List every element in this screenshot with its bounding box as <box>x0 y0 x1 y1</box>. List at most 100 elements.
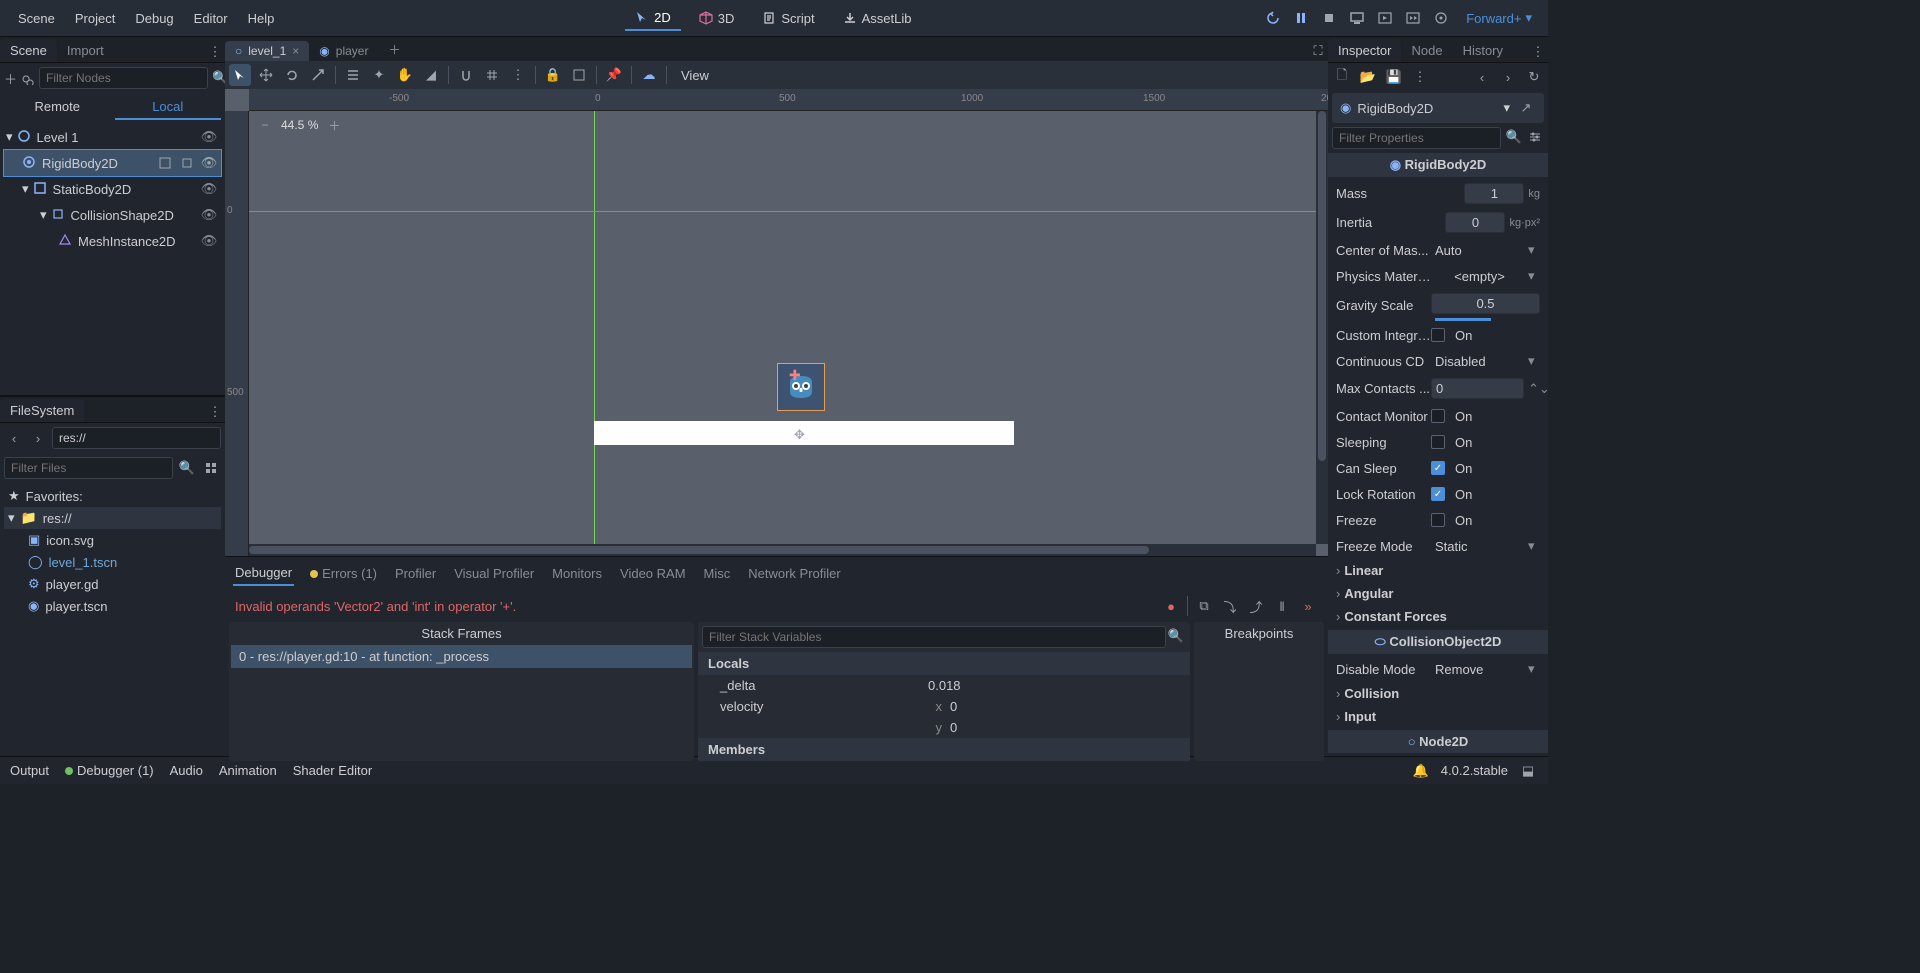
step-into-button[interactable]: ⤵ <box>1220 596 1240 616</box>
fs-file-player-gd[interactable]: ⚙ player.gd <box>4 573 221 595</box>
search-icon[interactable]: 🔍 <box>1505 127 1523 147</box>
workspace-2d[interactable]: 2D <box>625 6 681 31</box>
zoom-in-button[interactable]: ＋ <box>324 115 344 135</box>
menu-editor[interactable]: Editor <box>184 7 238 30</box>
fs-path-input[interactable] <box>52 427 221 449</box>
grid-snap-button[interactable] <box>481 64 503 86</box>
var-row-delta[interactable]: _delta 0.018 <box>698 675 1190 696</box>
skip-breakpoints-button[interactable]: ● <box>1161 596 1181 616</box>
notification-bell-icon[interactable]: 🔔 <box>1411 761 1431 781</box>
play-project-button[interactable] <box>1262 7 1284 29</box>
prop-continuous-cd[interactable]: Continuous CD Disabled▾ <box>1328 348 1548 374</box>
open-scene-icon[interactable] <box>155 153 175 173</box>
fs-filter-input[interactable] <box>4 457 173 479</box>
load-resource-button[interactable]: 📂 <box>1358 67 1378 87</box>
prop-sleeping[interactable]: Sleeping On <box>1328 429 1548 455</box>
shader-editor-panel-button[interactable]: Shader Editor <box>293 763 373 778</box>
group-input[interactable]: ›Input <box>1328 705 1548 728</box>
copy-error-button[interactable]: ⧉ <box>1194 596 1214 616</box>
prop-physics-material[interactable]: Physics Materi... <empty>▾ <box>1328 263 1548 289</box>
output-panel-button[interactable]: Output <box>10 763 49 778</box>
dock-menu-button[interactable]: ⋮ <box>1528 42 1548 62</box>
tree-node-rigidbody2d[interactable]: RigidBody2D 👁 <box>4 150 221 176</box>
fs-favorites[interactable]: ★ Favorites: <box>4 485 221 507</box>
prop-gravity-scale[interactable]: Gravity Scale 0.5 <box>1328 289 1548 322</box>
menu-scene[interactable]: Scene <box>8 7 65 30</box>
prop-custom-integrator[interactable]: Custom Integra... On <box>1328 322 1548 348</box>
visibility-toggle-icon[interactable]: 👁 <box>199 179 219 199</box>
prop-max-contacts[interactable]: Max Contacts ... 0⌃⌄ <box>1328 374 1548 403</box>
pause-button[interactable] <box>1290 7 1312 29</box>
fs-file-level1-tscn[interactable]: ◯ level_1.tscn <box>4 551 221 573</box>
dock-menu-button[interactable]: ⋮ <box>205 402 225 422</box>
search-icon[interactable]: 🔍 <box>1166 626 1186 646</box>
zoom-out-button[interactable]: − <box>255 115 275 135</box>
tab-filesystem-dock[interactable]: FileSystem <box>0 399 84 422</box>
prop-freeze[interactable]: Freeze On <box>1328 507 1548 533</box>
tab-scene-dock[interactable]: Scene <box>0 39 57 62</box>
selected-player-sprite[interactable] <box>777 363 825 411</box>
new-resource-button[interactable]: 🗋 <box>1332 67 1352 87</box>
play-custom-scene-button[interactable] <box>1402 7 1424 29</box>
prop-freeze-mode[interactable]: Freeze Mode Static▾ <box>1328 533 1548 559</box>
snap-options-button[interactable]: ⋮ <box>507 64 529 86</box>
tree-node-collisionshape2d[interactable]: ▾ CollisionShape2D 👁 <box>4 202 221 228</box>
stack-frame-row[interactable]: 0 - res://player.gd:10 - at function: _p… <box>231 645 692 668</box>
tab-node-dock[interactable]: Node <box>1401 39 1452 62</box>
pivot-button[interactable]: ✦ <box>368 64 390 86</box>
debugger-tab-visual-profiler[interactable]: Visual Profiler <box>452 562 536 585</box>
add-node-button[interactable]: ＋ <box>4 68 17 88</box>
view-dropdown[interactable]: View <box>673 66 717 85</box>
break-button[interactable]: ‖ <box>1272 596 1292 616</box>
visibility-toggle-icon[interactable]: 👁 <box>199 153 219 173</box>
property-options-button[interactable] <box>1527 127 1545 147</box>
audio-panel-button[interactable]: Audio <box>170 763 203 778</box>
checkbox-icon[interactable] <box>1431 328 1445 342</box>
filter-stack-variables-input[interactable] <box>702 626 1166 648</box>
section-collisionobject2d[interactable]: ⬭ CollisionObject2D <box>1328 630 1548 654</box>
step-over-button[interactable]: ⤴ <box>1246 596 1266 616</box>
tree-node-level1[interactable]: ▾ Level 1 👁 <box>4 124 221 150</box>
ruler-mode-button[interactable]: ◢ <box>420 64 442 86</box>
move-mode-button[interactable] <box>255 64 277 86</box>
viewport-scrollbar-horizontal[interactable] <box>249 544 1316 556</box>
workspace-assetlib[interactable]: AssetLib <box>833 6 922 31</box>
debugger-tab-network-profiler[interactable]: Network Profiler <box>746 562 842 585</box>
section-node2d[interactable]: ○ Node2D <box>1328 730 1548 753</box>
menu-debug[interactable]: Debug <box>125 7 183 30</box>
skeleton-options-button[interactable]: 📌 <box>603 64 625 86</box>
checkbox-checked-icon[interactable]: ✓ <box>1431 461 1445 475</box>
instantiate-scene-button[interactable] <box>21 68 35 88</box>
prop-disable-mode[interactable]: Disable Mode Remove▾ <box>1328 656 1548 682</box>
remote-tab[interactable]: Remote <box>4 95 111 120</box>
group-button[interactable] <box>568 64 590 86</box>
script-attached-icon[interactable] <box>177 153 197 173</box>
prop-center-of-mass[interactable]: Center of Mas... Auto▾ <box>1328 237 1548 263</box>
remote-debug-button[interactable] <box>1346 7 1368 29</box>
movie-maker-button[interactable] <box>1430 7 1452 29</box>
fs-back-button[interactable]: ‹ <box>4 428 24 448</box>
list-select-button[interactable] <box>342 64 364 86</box>
dock-menu-button[interactable]: ⋮ <box>205 42 225 62</box>
checkbox-icon[interactable] <box>1431 435 1445 449</box>
fs-forward-button[interactable]: › <box>28 428 48 448</box>
workspace-script[interactable]: Script <box>752 6 824 31</box>
visibility-toggle-icon[interactable]: 👁 <box>199 127 219 147</box>
fs-root-folder[interactable]: ▾ 📁 res:// <box>4 507 221 529</box>
section-rigidbody2d[interactable]: ◉ RigidBody2D <box>1328 153 1548 177</box>
zoom-level-label[interactable]: 44.5 % <box>281 118 318 132</box>
checkbox-checked-icon[interactable]: ✓ <box>1431 487 1445 501</box>
scene-tab-level1[interactable]: ○ level_1 × <box>225 41 309 61</box>
smart-snap-button[interactable] <box>455 64 477 86</box>
prop-can-sleep[interactable]: Can Sleep ✓On <box>1328 455 1548 481</box>
debugger-panel-button[interactable]: Debugger (1) <box>65 763 154 778</box>
var-row-velocity[interactable]: velocity x 0 <box>698 696 1190 717</box>
play-scene-button[interactable] <box>1374 7 1396 29</box>
group-angular[interactable]: ›Angular <box>1328 582 1548 605</box>
debugger-tab-monitors[interactable]: Monitors <box>550 562 604 585</box>
fs-file-player-tscn[interactable]: ◉ player.tscn <box>4 595 221 617</box>
local-tab[interactable]: Local <box>115 95 222 120</box>
debugger-tab-debugger[interactable]: Debugger <box>233 561 294 586</box>
animation-panel-button[interactable]: Animation <box>219 763 277 778</box>
open-docs-icon[interactable]: ↗ <box>1516 98 1536 118</box>
